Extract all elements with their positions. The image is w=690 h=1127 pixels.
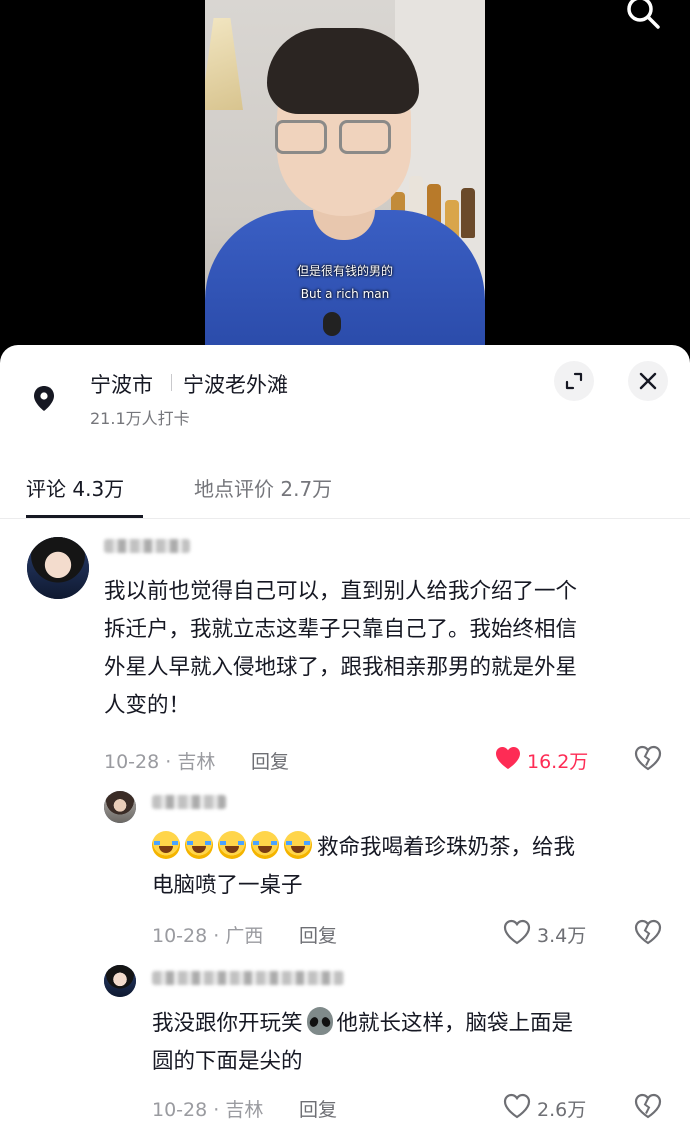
comment-meta: 10-28 · 广西	[152, 925, 264, 947]
active-tab-indicator	[26, 515, 143, 518]
close-icon	[639, 372, 657, 390]
comment-text-span: 救命我喝着珍珠奶茶，给我	[317, 835, 576, 860]
comment-text-line: 我没跟你开玩笑 他就长这样，脑袋上面是	[152, 1005, 573, 1043]
reply-button[interactable]: 回复	[299, 921, 337, 948]
username-blurred[interactable]	[152, 971, 344, 985]
alien-emoji	[306, 1007, 333, 1035]
laughing-crying-emoji	[218, 831, 246, 859]
location-header[interactable]: 宁波市 宁波老外滩 21.1万人打卡	[0, 345, 690, 435]
video-microphone	[323, 312, 341, 336]
avatar[interactable]	[104, 965, 136, 997]
comment-meta: 10-28 · 吉林	[104, 751, 216, 773]
location-place[interactable]: 宁波老外滩	[183, 369, 288, 399]
video-lamp	[205, 18, 243, 110]
close-button[interactable]	[628, 361, 668, 401]
reply-button[interactable]: 回复	[251, 747, 289, 774]
comment-text-line: 拆迁户，我就立志这辈子只靠自己了。我始终相信	[104, 617, 578, 642]
reply-button[interactable]: 回复	[299, 1095, 337, 1122]
expand-button[interactable]	[554, 361, 594, 401]
broken-heart-icon	[634, 745, 662, 771]
avatar[interactable]	[27, 537, 89, 599]
comment-text: 救命我喝着珍珠奶茶，给我 电脑喷了一桌子	[152, 829, 575, 905]
comment-tabs: 评论 4.3万 地点评价 2.7万	[0, 463, 690, 519]
comment-text-span: 我没跟你开玩笑	[152, 1011, 303, 1036]
video-person-glasses	[275, 120, 393, 156]
comment-text-line: 圆的下面是尖的	[152, 1049, 303, 1074]
location-separator	[171, 374, 172, 391]
comment-text-line: 救命我喝着珍珠奶茶，给我	[152, 829, 575, 867]
comment-text-line: 人变的！	[104, 693, 191, 718]
comment-text: 我没跟你开玩笑 他就长这样，脑袋上面是 圆的下面是尖的	[152, 1005, 573, 1081]
comment-text-line: 电脑喷了一桌子	[152, 873, 303, 898]
expand-icon	[565, 372, 583, 390]
like-button[interactable]	[503, 919, 533, 945]
comments-sheet: 宁波市 宁波老外滩 21.1万人打卡 评论 4.3万 地点评价 2.7万 我以前…	[0, 345, 690, 1127]
dislike-button[interactable]	[634, 1093, 662, 1119]
username-blurred[interactable]	[104, 539, 190, 553]
video-frame: 但是很有钱的男的 But a rich man	[205, 0, 485, 360]
broken-heart-icon	[634, 919, 662, 945]
tab-location-reviews[interactable]: 地点评价 2.7万	[194, 473, 332, 502]
laughing-crying-emoji	[152, 831, 180, 859]
like-button[interactable]	[503, 1093, 533, 1119]
video-player[interactable]: 但是很有钱的男的 But a rich man	[0, 0, 690, 360]
video-subtitle-chinese: 但是很有钱的男的	[296, 264, 393, 278]
location-city[interactable]: 宁波市	[90, 369, 153, 399]
comment-text: 我以前也觉得自己可以，直到别人给我介绍了一个 拆迁户，我就立志这辈子只靠自己了。…	[104, 573, 577, 725]
heart-icon	[503, 919, 531, 945]
laughing-crying-emoji	[284, 831, 312, 859]
like-count: 2.6万	[537, 1099, 587, 1121]
heart-icon	[496, 747, 520, 769]
like-count: 3.4万	[537, 925, 587, 947]
avatar[interactable]	[104, 791, 136, 823]
tab-comments[interactable]: 评论 4.3万	[26, 473, 124, 502]
comment-text-line: 外星人早就入侵地球了，跟我相亲那男的就是外星	[104, 655, 578, 680]
comment-meta: 10-28 · 吉林	[152, 1099, 264, 1121]
search-icon[interactable]	[622, 0, 664, 30]
dislike-button[interactable]	[634, 919, 662, 945]
broken-heart-icon	[634, 1093, 662, 1119]
like-count: 16.2万	[527, 751, 589, 773]
like-button[interactable]	[494, 745, 524, 771]
comment-text-span: 他就长这样，脑袋上面是	[336, 1011, 574, 1036]
location-checkin-count: 21.1万人打卡	[90, 409, 190, 428]
username-blurred[interactable]	[152, 795, 226, 809]
laughing-crying-emoji	[185, 831, 213, 859]
video-subtitle-english: But a rich man	[300, 287, 390, 301]
laughing-crying-emoji	[251, 831, 279, 859]
location-pin-icon	[26, 380, 62, 416]
dislike-button[interactable]	[634, 745, 662, 771]
comment-text-line: 我以前也觉得自己可以，直到别人给我介绍了一个	[104, 579, 578, 604]
heart-icon	[503, 1093, 531, 1119]
